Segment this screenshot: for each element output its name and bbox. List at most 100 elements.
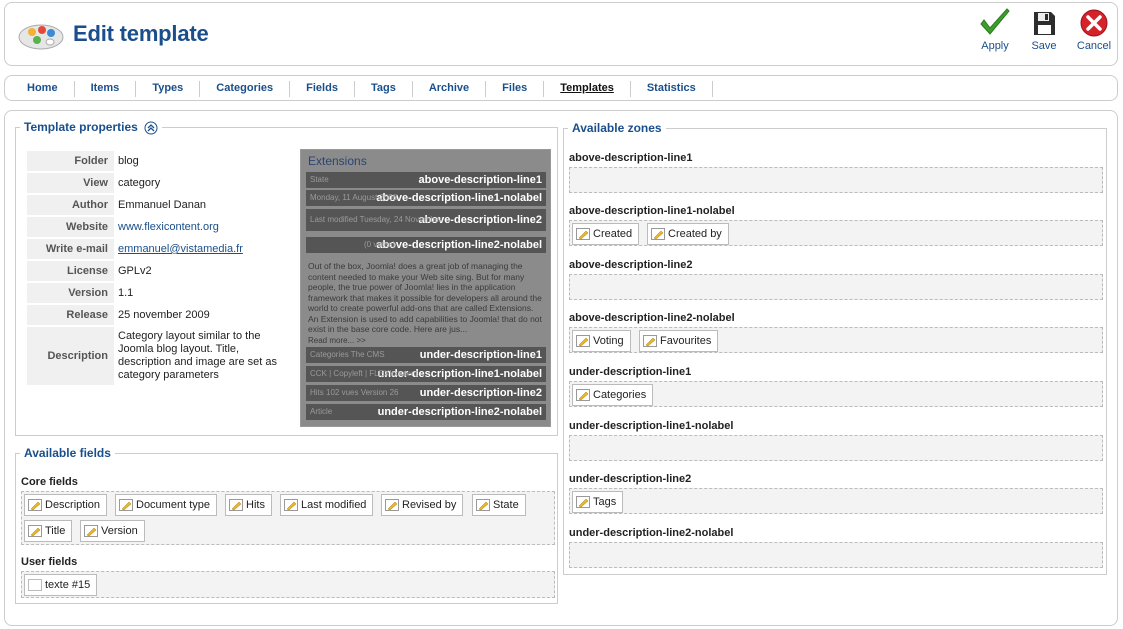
email-link[interactable]: emmanuel@vistamedia.fr [118,243,243,255]
preview-zone-bar: Monday, 11 August 2008 above-description… [306,190,546,206]
zone-drop-area[interactable] [569,488,1103,514]
preview-zone-bar: Hits 102 vues Version 26 under-descripti… [306,385,546,401]
zone-title: under-description-line1 [569,366,692,378]
zone-title: above-description-line2-nolabel [569,312,735,324]
palette-icon [18,24,64,50]
field-chip-revised-by[interactable]: Revised by [381,494,464,516]
zone-chip-voting[interactable]: Voting [572,330,631,352]
collapse-arrow-icon[interactable] [144,121,158,135]
user-fields-title: User fields [21,556,78,568]
zone-chip-label: Favourites [660,335,712,347]
main-nav: Home Items Types Categories Fields Tags … [4,75,1118,101]
edit-pencil-icon [28,499,42,512]
zone-title: under-description-line2 [569,473,692,485]
preview-zone-bar: State above-description-line1 [306,172,546,188]
nav-templates[interactable]: Templates [544,81,631,97]
property-row: Description Category layout similar to t… [27,327,289,385]
preview-zone-label: above-description-line1-nolabel [376,192,542,204]
preview-ghost-text: Hits 102 vues Version 26 [310,388,399,397]
nav-home[interactable]: Home [15,81,75,97]
property-key: Write e-mail [27,239,114,259]
zone-chip-created-by[interactable]: Created by [647,223,729,245]
nav-list: Home Items Types Categories Fields Tags … [15,81,713,97]
website-link[interactable]: www.flexicontent.org [118,221,219,233]
template-properties-legend: Template properties [20,120,162,135]
field-chip-title[interactable]: Title [24,520,73,542]
field-chip-state[interactable]: State [472,494,526,516]
field-chip-label: Document type [136,499,210,511]
checkmark-icon [980,8,1010,35]
preview-ghost-text: Article [310,407,333,416]
available-fields-legend: Available fields [24,446,111,460]
nav-categories[interactable]: Categories [200,81,291,97]
available-zones-legend: Available zones [572,121,662,135]
zone-title: above-description-line2 [569,259,693,271]
zone-title: above-description-line1 [569,152,693,164]
edit-pencil-icon [576,228,590,241]
field-chip-label: Version [101,525,138,537]
edit-pencil-icon [119,499,133,512]
apply-button[interactable]: Apply [968,8,1022,58]
save-button[interactable]: Save [1017,8,1071,58]
field-chip-description[interactable]: Description [24,494,108,516]
property-row: Website www.flexicontent.org [27,217,289,237]
field-chip-last-modified[interactable]: Last modified [280,494,374,516]
property-row: License GPLv2 [27,261,289,281]
zone-chip-created[interactable]: Created [572,223,640,245]
preview-ghost-text: Last modified Tuesday, 24 November [310,215,442,224]
preview-zone-label: above-description-line1 [418,174,542,186]
field-chip-label: Title [45,525,66,537]
field-chip-document-type[interactable]: Document type [115,494,217,516]
page-title: Edit template [73,21,209,46]
nav-fields[interactable]: Fields [290,81,355,97]
cancel-label: Cancel [1076,40,1112,52]
preview-zone-bar: CCK | Copyleft | FLEXIcontent under-desc… [306,366,546,382]
zone-title: under-description-line1-nolabel [569,420,734,432]
properties-table: Folder blog View category Author Emmanue… [27,149,289,387]
preview-ghost-text: CCK | Copyleft | FLEXIcontent [310,369,418,378]
cancel-circle-icon [1080,9,1108,37]
field-chip-version[interactable]: Version [80,520,145,542]
preview-body-text: Out of the box, Joomla! does a great job… [308,261,542,334]
zone-drop-area[interactable] [569,435,1103,461]
preview-zone-bar: Last modified Tuesday, 24 November above… [306,209,546,231]
zone-drop-area[interactable] [569,542,1103,568]
zone-chip-categories[interactable]: Categories [572,384,654,406]
nav-items[interactable]: Items [75,81,137,97]
property-key: License [27,261,114,281]
edit-pencil-icon [576,389,590,402]
floppy-disk-icon [1034,12,1055,35]
nav-archive[interactable]: Archive [413,81,487,97]
edit-pencil-icon [476,499,490,512]
preview-read-more: Read more... >> [308,336,366,345]
nav-types[interactable]: Types [136,81,201,97]
nav-statistics[interactable]: Statistics [631,81,713,97]
preview-zone-bar: Categories The CMS under-description-lin… [306,347,546,363]
property-row: Release 25 november 2009 [27,305,289,325]
property-key: Folder [27,151,114,171]
property-row: Folder blog [27,151,289,171]
property-row: Author Emmanuel Danan [27,195,289,215]
edit-pencil-icon [643,335,657,348]
zone-drop-area[interactable] [569,274,1103,300]
zone-chip-label: Created by [668,228,722,240]
edit-pencil-icon [576,335,590,348]
preview-title: Extensions [308,154,367,168]
field-chip-hits[interactable]: Hits [225,494,272,516]
zone-drop-area[interactable] [569,167,1103,193]
nav-tags[interactable]: Tags [355,81,413,97]
cancel-button[interactable]: Cancel [1067,8,1121,58]
preview-zone-label: under-description-line2 [419,387,542,399]
preview-zone-bar: (0 votes) above-description-line2-nolabe… [306,237,546,253]
property-key: View [27,173,114,193]
zone-chip-tags[interactable]: Tags [572,491,624,513]
zone-title: above-description-line1-nolabel [569,205,735,217]
preview-zone-label: above-description-line2-nolabel [376,239,542,251]
nav-files[interactable]: Files [486,81,545,97]
zone-chip-favourites[interactable]: Favourites [639,330,719,352]
preview-ghost-text: Monday, 11 August 2008 [310,193,398,202]
field-chip-label: Revised by [402,499,457,511]
preview-zone-label: under-description-line1 [419,349,542,361]
field-chip-texte-15[interactable]: texte #15 [24,574,98,596]
preview-ghost-text: State [310,175,329,184]
